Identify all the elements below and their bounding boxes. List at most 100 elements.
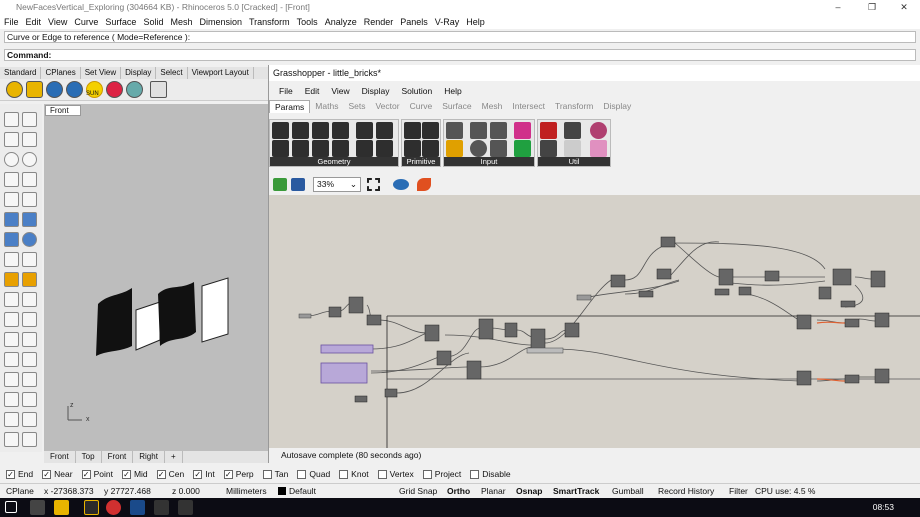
gh-param-1[interactable]	[298, 313, 312, 319]
input-import-icon[interactable]	[446, 122, 463, 139]
param-surface-icon[interactable]	[332, 122, 349, 139]
osnap-quad[interactable]: Quad	[297, 466, 339, 483]
arc-icon[interactable]	[4, 172, 19, 187]
scale-icon[interactable]	[4, 352, 19, 367]
gh-component-20[interactable]	[764, 270, 780, 282]
check-icon[interactable]	[4, 412, 19, 427]
hide-icon[interactable]	[22, 412, 37, 427]
gh-component-11[interactable]	[354, 395, 368, 403]
save-file-icon[interactable]	[291, 178, 305, 191]
explode-icon[interactable]	[22, 272, 37, 287]
toolbar-tab-set-view[interactable]: Set View	[81, 67, 122, 79]
gh-component-21[interactable]	[818, 286, 832, 300]
zoom-extents-icon[interactable]	[367, 178, 380, 191]
input-graph-icon[interactable]	[446, 140, 463, 157]
param-vector-icon[interactable]	[312, 140, 329, 157]
input-list-icon[interactable]	[490, 140, 507, 157]
input-toggle-icon[interactable]	[490, 122, 507, 139]
util-flask-icon[interactable]	[590, 140, 607, 157]
menu-vray[interactable]: V-Ray	[431, 15, 463, 29]
osnap-disable[interactable]: Disable	[470, 466, 519, 483]
param-point-icon[interactable]	[272, 122, 289, 139]
rt-icon[interactable]	[66, 81, 83, 98]
gh-component-5[interactable]	[436, 350, 452, 366]
menu-transform[interactable]: Transform	[245, 15, 293, 29]
gh-component-2[interactable]	[348, 296, 364, 314]
gh-component-27[interactable]	[874, 312, 890, 328]
osnap-tan[interactable]: Tan	[262, 466, 298, 483]
toolbar-tab-cplanes[interactable]: CPlanes	[41, 67, 81, 79]
app-icon[interactable]	[154, 500, 169, 515]
cplane-label[interactable]: CPlane	[6, 484, 34, 499]
gh-component-17[interactable]	[718, 268, 734, 286]
gh-tab-display[interactable]: Display	[598, 100, 636, 113]
menu-panels[interactable]: Panels	[396, 15, 431, 29]
gh-component-14[interactable]	[638, 290, 654, 298]
gh-component-28[interactable]	[796, 370, 812, 386]
gh-tab-maths[interactable]: Maths	[310, 100, 343, 113]
param-box-icon[interactable]	[332, 140, 349, 157]
gh-component-10[interactable]	[564, 322, 580, 338]
menu-tools[interactable]: Tools	[293, 15, 321, 29]
point-icon[interactable]	[22, 112, 37, 127]
util-circle-icon[interactable]	[590, 122, 607, 139]
polygon-icon[interactable]	[4, 192, 19, 207]
menu-mesh[interactable]: Mesh	[166, 15, 195, 29]
gh-tab-params[interactable]: Params	[269, 100, 311, 113]
param-geometry-icon[interactable]	[356, 140, 373, 157]
gh-slider-group-2[interactable]	[320, 362, 368, 384]
open-file-icon[interactable]	[273, 178, 287, 191]
param-curve-icon[interactable]	[312, 122, 329, 139]
toolbar-tab-standard[interactable]: Standard	[0, 67, 42, 79]
gh-tab-surface[interactable]: Surface	[437, 100, 476, 113]
menu-help[interactable]: Help	[462, 15, 488, 29]
minimize-button[interactable]: –	[822, 0, 854, 15]
gh-menu-solution[interactable]: Solution	[398, 85, 441, 98]
gh-component-7[interactable]	[478, 318, 494, 340]
gh-component-26[interactable]	[844, 318, 860, 328]
param-mesh-icon[interactable]	[356, 122, 373, 139]
param-brep-icon[interactable]	[376, 122, 393, 139]
zoom-select[interactable]: 33% ⌄	[313, 177, 361, 192]
circle-icon[interactable]	[4, 152, 19, 167]
menu-render[interactable]: Render	[360, 15, 397, 29]
gh-menu-file[interactable]: File	[275, 85, 301, 98]
param-text-icon[interactable]	[404, 140, 421, 157]
gh-component-22[interactable]	[832, 268, 852, 286]
gh-component-4[interactable]	[424, 324, 440, 342]
mesh-tools-icon[interactable]	[22, 252, 37, 267]
gh-tab-mesh[interactable]: Mesh	[477, 100, 508, 113]
close-button[interactable]: ✕	[888, 0, 920, 15]
windows-start-icon[interactable]	[5, 501, 17, 513]
lasso-icon[interactable]	[26, 81, 43, 98]
boolean-icon[interactable]	[4, 272, 19, 287]
extrude-icon[interactable]	[4, 232, 19, 247]
gh-menu-view[interactable]: View	[327, 85, 357, 98]
input-colour-icon[interactable]	[514, 122, 531, 139]
ortho-toggle[interactable]: Ortho	[447, 484, 470, 499]
rotate-icon[interactable]	[22, 332, 37, 347]
menu-solid[interactable]: Solid	[139, 15, 166, 29]
viewport-title[interactable]: Front	[45, 105, 81, 116]
units-label[interactable]: Millimeters	[226, 484, 267, 499]
array-icon[interactable]	[4, 392, 19, 407]
front-viewport[interactable]: z x	[44, 104, 268, 452]
menu-file[interactable]: File	[0, 15, 22, 29]
param-boolean-icon[interactable]	[422, 140, 439, 157]
menu-curve[interactable]: Curve	[70, 15, 101, 29]
util-cluster-icon[interactable]	[540, 140, 557, 157]
gh-component-3[interactable]	[366, 314, 382, 326]
vray-icon[interactable]	[106, 81, 123, 98]
gh-tab-curve[interactable]: Curve	[405, 100, 438, 113]
gh-menu-edit[interactable]: Edit	[301, 85, 328, 98]
restore-button[interactable]: ❐	[856, 0, 888, 15]
surface-icon[interactable]	[4, 212, 19, 227]
photoshop-icon[interactable]	[130, 500, 145, 515]
gh-slider-group-1[interactable]	[320, 344, 374, 354]
mirror-icon[interactable]	[22, 352, 37, 367]
param-line-icon[interactable]	[272, 140, 289, 157]
grasshopper-app-icon[interactable]	[178, 500, 193, 515]
osnap-int[interactable]: ✓ Int	[193, 466, 223, 483]
preview-eye-icon[interactable]	[393, 179, 409, 190]
gh-component-9[interactable]	[530, 328, 546, 350]
